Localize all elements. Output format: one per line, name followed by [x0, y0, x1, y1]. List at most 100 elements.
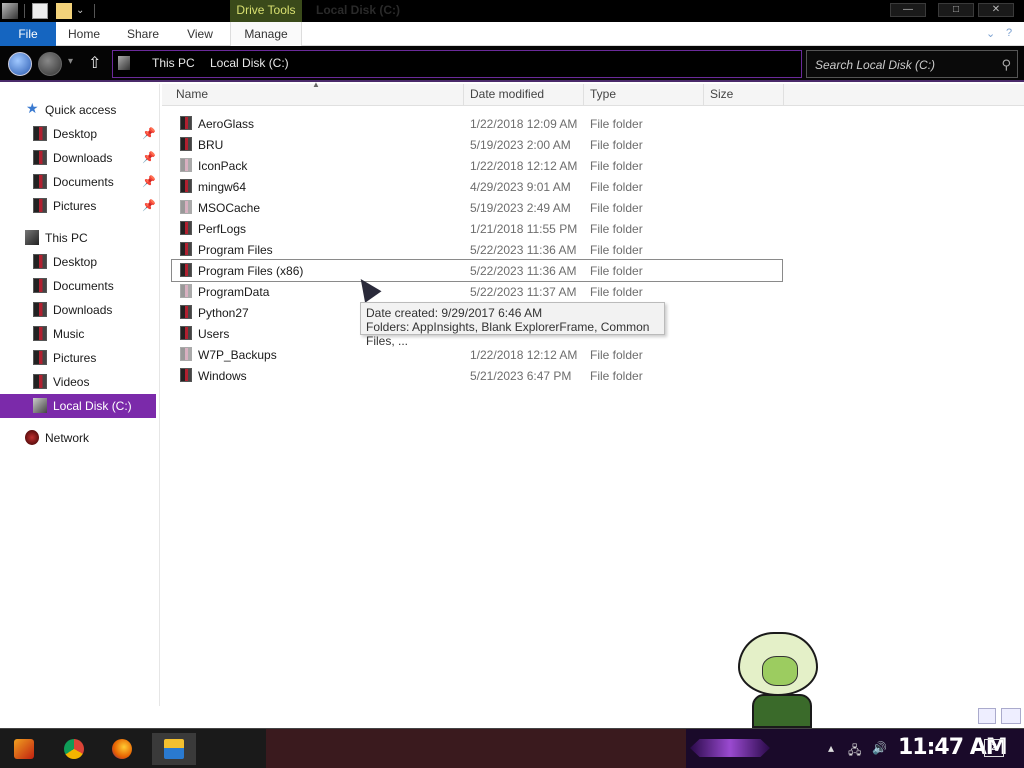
file-type: File folder — [590, 117, 643, 131]
up-arrow-icon[interactable]: ⇧ — [88, 53, 101, 73]
sidebar-item-documents[interactable]: Documents — [0, 274, 156, 298]
sidebar-item-local-disk[interactable]: Local Disk (C:) — [0, 394, 156, 418]
back-button[interactable] — [8, 52, 32, 76]
chrome-taskbar-button[interactable] — [56, 733, 92, 765]
file-type: File folder — [590, 369, 643, 383]
table-row[interactable]: BRU 5/19/2023 2:00 AM File folder — [172, 134, 782, 155]
start-button[interactable] — [6, 733, 42, 765]
new-folder-icon[interactable] — [56, 3, 72, 19]
breadcrumb-this-pc[interactable]: This PC — [152, 56, 195, 70]
file-explorer-taskbar-button[interactable] — [152, 733, 196, 765]
folder-icon — [180, 284, 192, 298]
search-icon[interactable]: ⚲ — [1001, 57, 1011, 73]
divider — [24, 4, 25, 18]
firefox-taskbar-button[interactable] — [104, 733, 140, 765]
expand-ribbon-icon[interactable]: ⌄ — [986, 27, 995, 40]
chevron-down-icon[interactable]: ⌄ — [76, 3, 92, 19]
details-view-icon[interactable] — [978, 708, 996, 724]
sidebar-item-label: Desktop — [53, 255, 98, 269]
title-bar: ⌄ Drive Tools Local Disk (C:) — □ ✕ — [0, 0, 1024, 22]
maximize-button[interactable]: □ — [938, 3, 974, 17]
file-name: Windows — [198, 369, 247, 383]
column-type[interactable]: Type — [584, 84, 704, 106]
tab-file[interactable]: File — [0, 22, 56, 46]
network-tray-icon[interactable]: 🖧 — [848, 741, 861, 762]
sidebar-item-network[interactable]: Network — [0, 426, 156, 450]
column-name[interactable]: Name — [170, 84, 464, 106]
file-explorer-icon — [164, 739, 184, 759]
folder-icon — [180, 242, 192, 256]
help-icon[interactable]: ? — [1006, 27, 1012, 39]
pin-icon[interactable]: 📌 — [142, 127, 156, 140]
file-type: File folder — [590, 201, 643, 215]
folder-icon — [180, 137, 192, 151]
search-box[interactable]: Search Local Disk (C:) ⚲ — [806, 50, 1018, 78]
large-icons-view-icon[interactable] — [1001, 708, 1021, 724]
tab-share[interactable]: Share — [118, 22, 168, 46]
file-name: mingw64 — [198, 180, 247, 194]
folder-icon — [180, 179, 192, 193]
folder-icon — [180, 305, 192, 319]
breadcrumb-local-disk[interactable]: Local Disk (C:) — [210, 56, 289, 70]
column-date-modified[interactable]: Date modified — [464, 84, 584, 106]
table-row[interactable]: IconPack 1/22/2018 12:12 AM File folder — [172, 155, 782, 176]
sidebar-item-desktop[interactable]: Desktop — [0, 250, 156, 274]
table-row[interactable]: AeroGlass 1/22/2018 12:09 AM File folder — [172, 113, 782, 134]
file-date: 1/21/2018 11:55 PM — [470, 222, 578, 236]
column-size[interactable]: Size — [704, 84, 784, 106]
pin-icon[interactable]: 📌 — [142, 199, 156, 212]
sidebar-item-desktop[interactable]: Desktop 📌 — [0, 122, 156, 146]
file-type: File folder — [590, 222, 643, 236]
folder-icon — [33, 278, 47, 293]
file-name: W7P_Backups — [198, 348, 277, 362]
sidebar-item-quick-access[interactable]: ★ Quick access — [0, 98, 156, 122]
tab-home[interactable]: Home — [60, 22, 108, 46]
volume-icon[interactable]: 🔊 — [872, 741, 887, 755]
sidebar-item-downloads[interactable]: Downloads — [0, 298, 156, 322]
file-name: AeroGlass — [198, 117, 255, 131]
table-row[interactable]: Windows 5/21/2023 6:47 PM File folder — [172, 365, 782, 386]
drive-icon — [118, 56, 130, 70]
file-type: File folder — [590, 159, 643, 173]
action-center-icon[interactable]: 2 — [984, 739, 1004, 757]
sidebar-item-label: Quick access — [45, 103, 117, 117]
sidebar-item-videos[interactable]: Videos — [0, 370, 156, 394]
forward-button[interactable] — [38, 52, 62, 76]
table-row[interactable]: mingw64 4/29/2023 9:01 AM File folder — [172, 176, 782, 197]
pin-icon[interactable]: 📌 — [142, 175, 156, 188]
sidebar-item-documents[interactable]: Documents 📌 — [0, 170, 156, 194]
table-row[interactable]: PerfLogs 1/21/2018 11:55 PM File folder — [172, 218, 782, 239]
window-title: Local Disk (C:) — [316, 3, 401, 17]
folder-icon — [180, 200, 192, 214]
search-placeholder: Search Local Disk (C:) — [815, 58, 936, 72]
sidebar-item-label: Music — [53, 327, 85, 341]
show-hidden-icons-icon[interactable]: ▴ — [828, 741, 834, 755]
file-type: File folder — [590, 285, 643, 299]
sidebar-item-downloads[interactable]: Downloads 📌 — [0, 146, 156, 170]
table-row[interactable]: MSOCache 5/19/2023 2:49 AM File folder — [172, 197, 782, 218]
table-row[interactable]: Program Files 5/22/2023 11:36 AM File fo… — [172, 239, 782, 260]
firefox-icon — [112, 739, 132, 759]
sidebar-item-label: Network — [45, 431, 90, 445]
sidebar-item-pictures[interactable]: Pictures 📌 — [0, 194, 156, 218]
sidebar-item-label: Documents — [53, 175, 114, 189]
recent-locations-icon[interactable]: ▾ — [68, 56, 73, 67]
folder-icon — [180, 158, 192, 172]
pin-icon[interactable]: 📌 — [142, 151, 156, 164]
file-date: 1/22/2018 12:09 AM — [470, 117, 578, 131]
file-name: Python27 — [198, 306, 249, 320]
folder-icon — [33, 198, 47, 213]
folder-icon — [33, 302, 47, 317]
file-date: 5/21/2023 6:47 PM — [470, 369, 572, 383]
sidebar-item-this-pc[interactable]: This PC — [0, 226, 156, 250]
table-row-hovered[interactable]: Program Files (x86) 5/22/2023 11:36 AM F… — [171, 259, 783, 282]
close-button[interactable]: ✕ — [978, 3, 1014, 17]
tab-view[interactable]: View — [178, 22, 222, 46]
taskbar: ▴ 🖧 🔊 11:47 AM 2 — [0, 728, 1024, 768]
sidebar-item-pictures[interactable]: Pictures — [0, 346, 156, 370]
minimize-button[interactable]: — — [890, 3, 926, 17]
sidebar-item-music[interactable]: Music — [0, 322, 156, 346]
tab-manage[interactable]: Manage — [230, 22, 302, 46]
table-row[interactable]: ProgramData 5/22/2023 11:37 AM File fold… — [172, 281, 782, 302]
properties-icon[interactable] — [32, 3, 48, 19]
